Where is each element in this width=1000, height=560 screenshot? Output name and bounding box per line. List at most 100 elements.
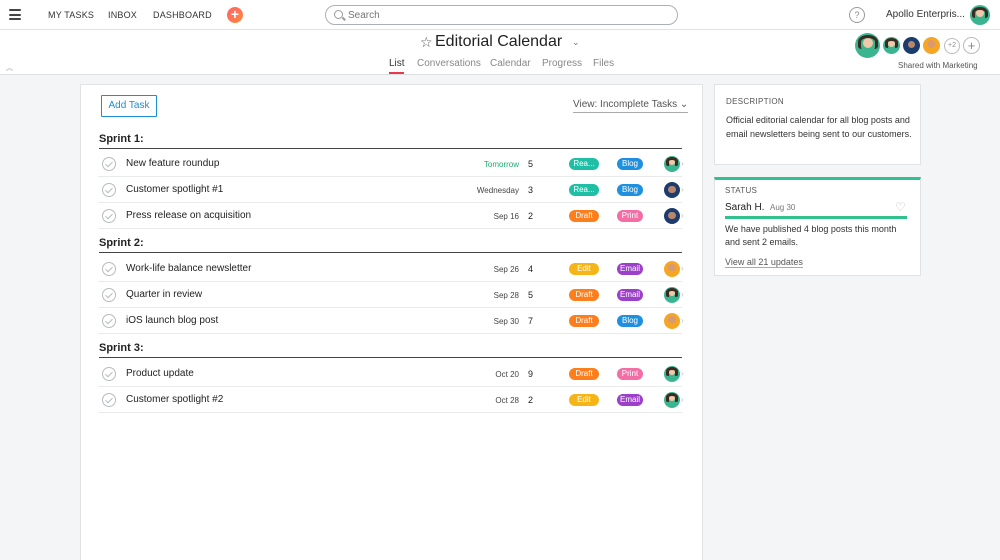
tab-progress[interactable]: Progress	[542, 58, 582, 69]
task-name[interactable]: Customer spotlight #1	[126, 184, 223, 195]
description-text[interactable]: Official editorial calendar for all blog…	[726, 113, 912, 141]
status-tag[interactable]: Draft	[569, 210, 599, 222]
channel-tag[interactable]: Blog	[617, 315, 643, 327]
chevron-right-icon[interactable]: ›	[681, 395, 684, 404]
complete-check-icon[interactable]	[102, 288, 116, 302]
assignee-avatar[interactable]	[664, 366, 680, 382]
member-avatar[interactable]	[923, 37, 940, 54]
due-date[interactable]: Oct 20	[495, 370, 519, 379]
task-row[interactable]: Press release on acquisition Sep 16 2 Draft…	[98, 203, 684, 229]
member-avatar[interactable]	[883, 37, 900, 54]
task-name[interactable]: Product update	[126, 368, 194, 379]
complete-check-icon[interactable]	[102, 393, 116, 407]
channel-tag[interactable]: Email	[617, 394, 643, 406]
task-name[interactable]: Customer spotlight #2	[126, 394, 223, 405]
due-date[interactable]: Sep 28	[494, 291, 519, 300]
chevron-right-icon[interactable]: ›	[681, 159, 684, 168]
due-date[interactable]: Wednesday	[477, 186, 519, 195]
tab-conversations[interactable]: Conversations	[417, 58, 481, 69]
status-tag[interactable]: Draft	[569, 368, 599, 380]
task-name[interactable]: New feature roundup	[126, 158, 219, 169]
task-row[interactable]: Customer spotlight #2 Oct 28 2 Edit Email ›	[98, 387, 684, 413]
task-name[interactable]: Quarter in review	[126, 289, 202, 300]
more-members-badge[interactable]: +2	[944, 38, 960, 54]
status-tag[interactable]: Rea...	[569, 184, 599, 196]
chevron-right-icon[interactable]: ›	[681, 185, 684, 194]
due-date[interactable]: Oct 28	[495, 396, 519, 405]
channel-tag[interactable]: Print	[617, 210, 643, 222]
channel-tag[interactable]: Print	[617, 368, 643, 380]
tab-calendar[interactable]: Calendar	[490, 58, 531, 69]
search-input[interactable]	[348, 8, 668, 22]
assignee-avatar[interactable]	[664, 182, 680, 198]
due-date[interactable]: Tomorrow	[484, 160, 519, 169]
chevron-right-icon[interactable]: ›	[681, 264, 684, 273]
section-header[interactable]: Sprint 2:	[99, 237, 682, 253]
section-header[interactable]: Sprint 1:	[99, 133, 682, 149]
complete-check-icon[interactable]	[102, 367, 116, 381]
tab-list[interactable]: List	[389, 58, 405, 69]
complete-check-icon[interactable]	[102, 314, 116, 328]
status-tag[interactable]: Edit	[569, 263, 599, 275]
section-header[interactable]: Sprint 3:	[99, 342, 682, 358]
assignee-avatar[interactable]	[664, 261, 680, 277]
task-row[interactable]: Product update Oct 20 9 Draft Print ›	[98, 361, 684, 387]
organization-name[interactable]: Apollo Enterpris...	[886, 9, 965, 20]
collapse-icon[interactable]: ︽	[6, 63, 13, 73]
task-name[interactable]: iOS launch blog post	[126, 315, 218, 326]
status-tag[interactable]: Draft	[569, 289, 599, 301]
channel-tag[interactable]: Blog	[617, 158, 643, 170]
tab-files[interactable]: Files	[593, 58, 614, 69]
assignee-avatar[interactable]	[664, 156, 680, 172]
task-name[interactable]: Press release on acquisition	[126, 210, 251, 221]
chevron-right-icon[interactable]: ›	[681, 211, 684, 220]
chevron-right-icon[interactable]: ›	[681, 290, 684, 299]
task-row[interactable]: New feature roundup Tomorrow 5 Rea... Blog ›	[98, 151, 684, 177]
assignee-avatar[interactable]	[664, 392, 680, 408]
assignee-avatar[interactable]	[664, 287, 680, 303]
complete-check-icon[interactable]	[102, 262, 116, 276]
shared-with-label[interactable]: Shared with Marketing	[898, 61, 978, 70]
heart-icon[interactable]: ♡	[895, 200, 906, 214]
nav-inbox[interactable]: INBOX	[108, 10, 137, 20]
view-all-updates-link[interactable]: View all 21 updates	[725, 257, 803, 268]
status-tag[interactable]: Rea...	[569, 158, 599, 170]
status-date: Aug 30	[770, 203, 796, 212]
member-avatar[interactable]	[855, 33, 880, 58]
due-date[interactable]: Sep 30	[494, 317, 519, 326]
chevron-right-icon[interactable]: ›	[681, 369, 684, 378]
assignee-avatar[interactable]	[664, 208, 680, 224]
nav-dashboard[interactable]: DASHBOARD	[153, 10, 212, 20]
user-avatar[interactable]	[970, 5, 990, 25]
quick-add-icon[interactable]: +	[227, 7, 243, 23]
add-task-button[interactable]: Add Task	[101, 95, 157, 117]
task-row[interactable]: Quarter in review Sep 28 5 Draft Email ›	[98, 282, 684, 308]
menu-icon[interactable]	[9, 9, 21, 20]
complete-check-icon[interactable]	[102, 183, 116, 197]
complete-check-icon[interactable]	[102, 157, 116, 171]
comment-count: 3	[528, 185, 534, 195]
assignee-avatar[interactable]	[664, 313, 680, 329]
complete-check-icon[interactable]	[102, 209, 116, 223]
task-row[interactable]: Customer spotlight #1 Wednesday 3 Rea... Blo…	[98, 177, 684, 203]
due-date[interactable]: Sep 26	[494, 265, 519, 274]
chevron-right-icon[interactable]: ›	[681, 316, 684, 325]
help-icon[interactable]: ?	[849, 7, 865, 23]
status-tag[interactable]: Draft	[569, 315, 599, 327]
task-row[interactable]: Work-life balance newsletter Sep 26 4 Edit E…	[98, 256, 684, 282]
status-tag[interactable]: Edit	[569, 394, 599, 406]
star-icon[interactable]: ☆	[420, 34, 433, 51]
add-member-icon[interactable]: +	[963, 37, 980, 54]
view-filter-dropdown[interactable]: View: Incomplete Tasks ⌄	[573, 99, 689, 113]
status-author[interactable]: Sarah H.	[725, 202, 764, 213]
channel-tag[interactable]: Email	[617, 289, 643, 301]
task-name[interactable]: Work-life balance newsletter	[126, 263, 251, 274]
search-box[interactable]	[325, 5, 678, 25]
member-avatar[interactable]	[903, 37, 920, 54]
due-date[interactable]: Sep 16	[494, 212, 519, 221]
channel-tag[interactable]: Email	[617, 263, 643, 275]
nav-my-tasks[interactable]: MY TASKS	[48, 10, 94, 20]
channel-tag[interactable]: Blog	[617, 184, 643, 196]
task-row[interactable]: iOS launch blog post Sep 30 7 Draft Blog ›	[98, 308, 684, 334]
chevron-down-icon[interactable]: ⌄	[572, 37, 580, 48]
